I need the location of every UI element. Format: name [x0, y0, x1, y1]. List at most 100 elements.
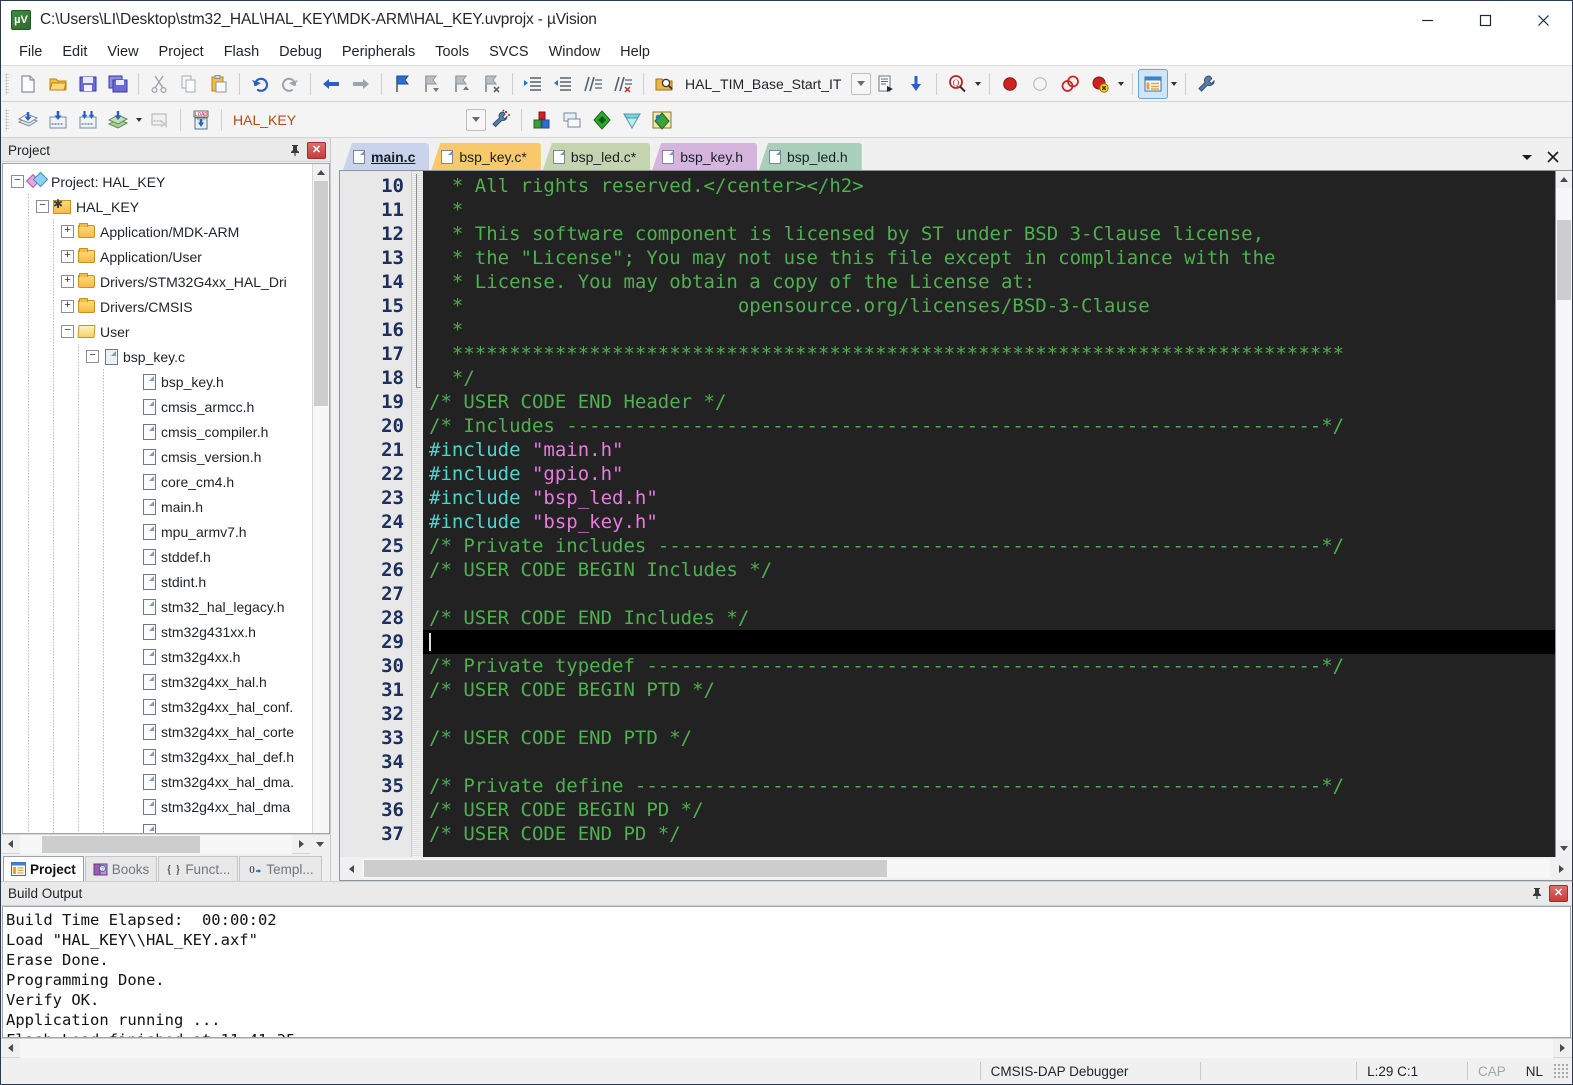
tree-node-group[interactable]: + Application/User [3, 244, 312, 269]
comment-icon[interactable] [579, 70, 607, 98]
vscroll-track[interactable] [1556, 188, 1572, 840]
goto-definition-icon[interactable] [872, 70, 900, 98]
batch-build-dropdown[interactable] [133, 106, 145, 134]
save-icon[interactable] [74, 70, 102, 98]
outdent-icon[interactable] [549, 70, 577, 98]
editor-tab-bsp-led-h[interactable]: bsp_led.h [758, 143, 862, 170]
tree-node-group[interactable]: + Drivers/CMSIS [3, 294, 312, 319]
menu-view[interactable]: View [97, 40, 148, 65]
tree-node-file[interactable]: core_cm4.h [3, 469, 312, 494]
tree-node-file[interactable]: − bsp_key.c [3, 344, 312, 369]
pane-tab-functions[interactable]: { } Funct... [158, 856, 239, 881]
tree-node-file[interactable]: cmsis_compiler.h [3, 419, 312, 444]
editor-tab-bsp-key-c[interactable]: bsp_key.c* [431, 143, 541, 170]
function-combo-value[interactable]: HAL_TIM_Base_Start_IT [685, 76, 841, 92]
tree-node-file[interactable]: stm32g4xx_hal_def.h [3, 744, 312, 769]
breakpoint-insert-icon[interactable] [996, 70, 1024, 98]
tree-node-group[interactable]: + Application/MDK-ARM [3, 219, 312, 244]
bookmark-toggle-icon[interactable] [388, 70, 416, 98]
manage-components-icon[interactable] [528, 106, 556, 134]
scroll-down-icon[interactable] [1556, 840, 1572, 857]
scroll-left-icon[interactable] [1, 1038, 20, 1058]
manage-windows-dropdown[interactable] [1168, 70, 1180, 98]
batch-build-icon[interactable] [104, 106, 132, 134]
bookmark-clear-icon[interactable] [478, 70, 506, 98]
project-pin-icon[interactable] [286, 141, 304, 159]
target-options-icon[interactable] [487, 106, 515, 134]
translate-icon[interactable] [14, 106, 42, 134]
menu-svcs[interactable]: SVCS [479, 40, 539, 65]
breakpoint-disable-icon[interactable] [1026, 70, 1054, 98]
vscroll-thumb[interactable] [1557, 220, 1571, 300]
build-close-icon[interactable]: ✕ [1549, 885, 1568, 902]
expander-plus-icon[interactable]: + [61, 250, 74, 263]
editor-tab-bsp-led-c[interactable]: bsp_led.c* [542, 143, 651, 170]
tree-node-project[interactable]: − Project: HAL_KEY [3, 169, 312, 194]
pane-tab-project[interactable]: Project [3, 856, 84, 881]
breakpoint-disable-all-icon[interactable] [1056, 70, 1084, 98]
tree-node-file[interactable]: cmsis_armcc.h [3, 394, 312, 419]
build-toolbar-grip[interactable] [5, 108, 9, 131]
project-close-icon[interactable]: ✕ [307, 141, 326, 159]
scroll-left-icon[interactable] [1, 834, 20, 854]
new-pack-icon[interactable] [618, 106, 646, 134]
editor-vscrollbar[interactable] [1555, 171, 1572, 857]
copy-icon[interactable] [175, 70, 203, 98]
new-file-icon[interactable] [14, 70, 42, 98]
hscroll-track[interactable] [20, 1038, 1553, 1058]
expander-minus-icon[interactable]: − [11, 175, 24, 188]
debug-search-icon[interactable]: Q [943, 70, 971, 98]
scroll-right-icon[interactable] [1550, 857, 1572, 880]
code-editor[interactable]: 10 11 12 13 14 15 16 17 18 19 20 21 22 2… [339, 170, 1572, 857]
chevron-down-icon[interactable] [1518, 148, 1536, 166]
menu-edit[interactable]: Edit [52, 40, 97, 65]
vscroll-track[interactable] [313, 181, 329, 833]
scroll-up-icon[interactable] [313, 164, 329, 181]
find-in-files-icon[interactable] [650, 70, 678, 98]
close-button[interactable] [1514, 1, 1572, 39]
expander-minus-icon[interactable]: − [61, 325, 74, 338]
tree-node-file[interactable] [3, 819, 312, 833]
save-all-icon[interactable] [104, 70, 132, 98]
expander-minus-icon[interactable]: − [36, 200, 49, 213]
indent-icon[interactable] [519, 70, 547, 98]
scroll-right-icon[interactable] [292, 834, 311, 854]
menu-flash[interactable]: Flash [214, 40, 269, 65]
code-text-area[interactable]: * All rights reserved.</center></h2> * *… [423, 171, 1555, 857]
scroll-up-icon[interactable] [1556, 171, 1572, 188]
cut-icon[interactable] [145, 70, 173, 98]
scroll-down-icon[interactable] [311, 834, 330, 854]
menu-project[interactable]: Project [149, 40, 214, 65]
tree-node-file[interactable]: mpu_armv7.h [3, 519, 312, 544]
hscroll-thumb[interactable] [42, 835, 200, 853]
navigate-forward-icon[interactable] [347, 70, 375, 98]
close-icon[interactable] [1544, 148, 1562, 166]
tree-node-group-user[interactable]: − User [3, 319, 312, 344]
rebuild-icon[interactable] [74, 106, 102, 134]
expander-plus-icon[interactable]: + [61, 300, 74, 313]
navigate-back-icon[interactable] [317, 70, 345, 98]
stop-build-icon[interactable] [146, 106, 174, 134]
tree-node-target[interactable]: − HAL_KEY [3, 194, 312, 219]
project-tree-vscrollbar[interactable] [312, 164, 329, 833]
manage-windows-icon[interactable] [1138, 68, 1169, 99]
tree-node-file[interactable]: stddef.h [3, 544, 312, 569]
build-icon[interactable] [44, 106, 72, 134]
menu-tools[interactable]: Tools [425, 40, 479, 65]
configure-tools-icon[interactable] [1192, 70, 1220, 98]
build-output-hscrollbar[interactable] [1, 1038, 1572, 1058]
expander-plus-icon[interactable]: + [61, 225, 74, 238]
bookmark-prev-icon[interactable] [418, 70, 446, 98]
tree-node-file[interactable]: stm32g4xx_hal_conf. [3, 694, 312, 719]
insert-include-icon[interactable] [902, 70, 930, 98]
toolbar-grip[interactable] [5, 72, 9, 95]
build-pin-icon[interactable] [1528, 885, 1546, 903]
hscroll-track[interactable] [20, 834, 292, 854]
pane-tab-templates[interactable]: 0 Templ... [239, 856, 322, 881]
hscroll-track[interactable] [362, 859, 1550, 878]
build-output-text[interactable]: Build Time Elapsed: 00:00:02 Load "HAL_K… [2, 906, 1571, 1038]
resize-grip[interactable] [1553, 1063, 1570, 1079]
tree-node-file[interactable]: stdint.h [3, 569, 312, 594]
multi-project-icon[interactable] [558, 106, 586, 134]
menu-debug[interactable]: Debug [269, 40, 332, 65]
